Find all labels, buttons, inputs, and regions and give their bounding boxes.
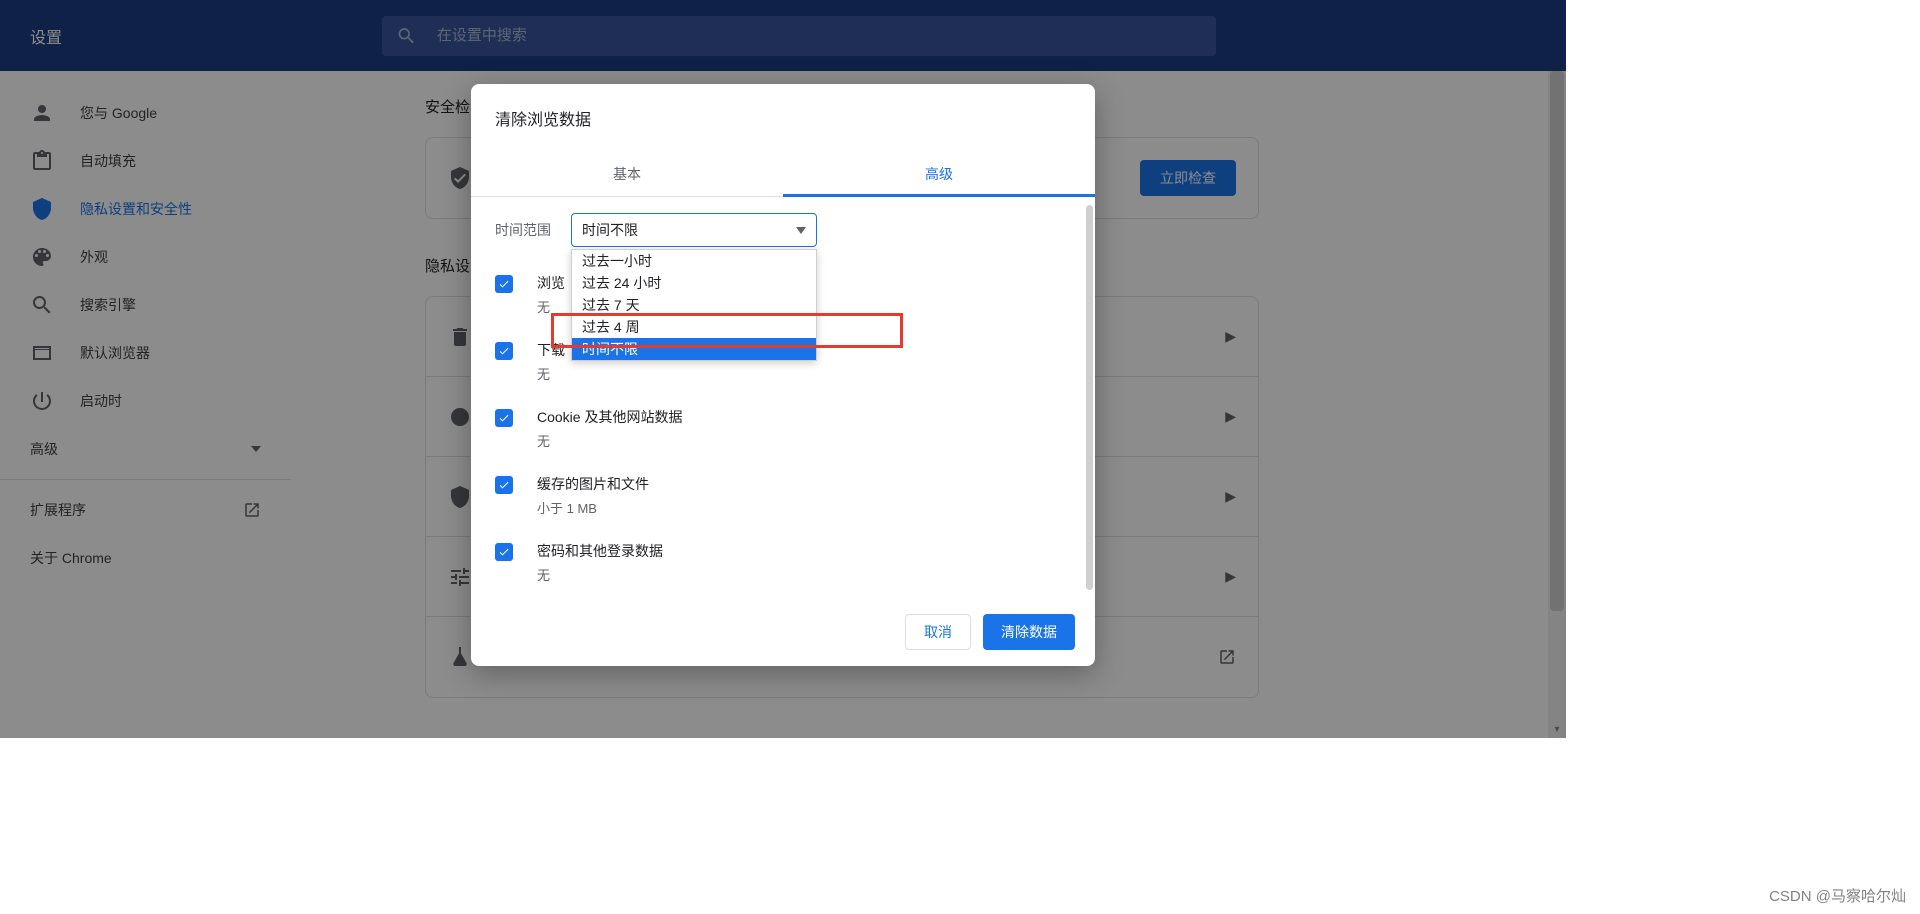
cancel-button[interactable]: 取消 (905, 614, 971, 650)
chevron-down-icon (796, 227, 806, 234)
time-range-label: 时间范围 (495, 220, 571, 240)
option-label: 密码和其他登录数据 (537, 541, 663, 561)
dropdown-option-week[interactable]: 过去 7 天 (572, 294, 816, 316)
dropdown-option-all[interactable]: 时间不限 (572, 338, 816, 360)
tab-basic[interactable]: 基本 (471, 152, 783, 196)
option-cache[interactable]: 缓存的图片和文件小于 1 MB (495, 468, 1071, 535)
dropdown-option-4weeks[interactable]: 过去 4 周 (572, 316, 816, 338)
option-cookies[interactable]: Cookie 及其他网站数据无 (495, 401, 1071, 468)
option-label: 浏览 (537, 273, 565, 293)
modal-title: 清除浏览数据 (471, 84, 1095, 152)
time-range-dropdown: 过去一小时 过去 24 小时 过去 7 天 过去 4 周 时间不限 (571, 249, 817, 361)
option-sub: 无 (537, 364, 565, 383)
option-label: Cookie 及其他网站数据 (537, 407, 682, 427)
option-label: 缓存的图片和文件 (537, 474, 649, 494)
option-label: 下载 (537, 340, 565, 360)
dropdown-option-day[interactable]: 过去 24 小时 (572, 272, 816, 294)
modal-tabs: 基本 高级 (471, 152, 1095, 197)
checkbox[interactable] (495, 409, 513, 427)
time-range-select[interactable]: 时间不限 (571, 213, 817, 247)
dropdown-option-hour[interactable]: 过去一小时 (572, 250, 816, 272)
option-sub: 小于 1 MB (537, 498, 649, 517)
checkbox[interactable] (495, 342, 513, 360)
option-sub: 无 (537, 297, 565, 316)
checkbox[interactable] (495, 543, 513, 561)
time-range-selected: 时间不限 (582, 220, 638, 240)
clear-data-modal: 清除浏览数据 基本 高级 时间范围 时间不限 过去一小时 过去 2 (471, 84, 1095, 666)
checkbox[interactable] (495, 275, 513, 293)
watermark: CSDN @马察哈尔灿 (1769, 885, 1906, 906)
modal-scrollbar[interactable] (1086, 205, 1093, 590)
option-sub: 无 (537, 431, 682, 450)
option-passwords[interactable]: 密码和其他登录数据无 (495, 535, 1071, 598)
checkbox[interactable] (495, 476, 513, 494)
option-sub: 无 (537, 565, 663, 584)
clear-data-button[interactable]: 清除数据 (983, 614, 1075, 650)
tab-advanced[interactable]: 高级 (783, 152, 1095, 196)
